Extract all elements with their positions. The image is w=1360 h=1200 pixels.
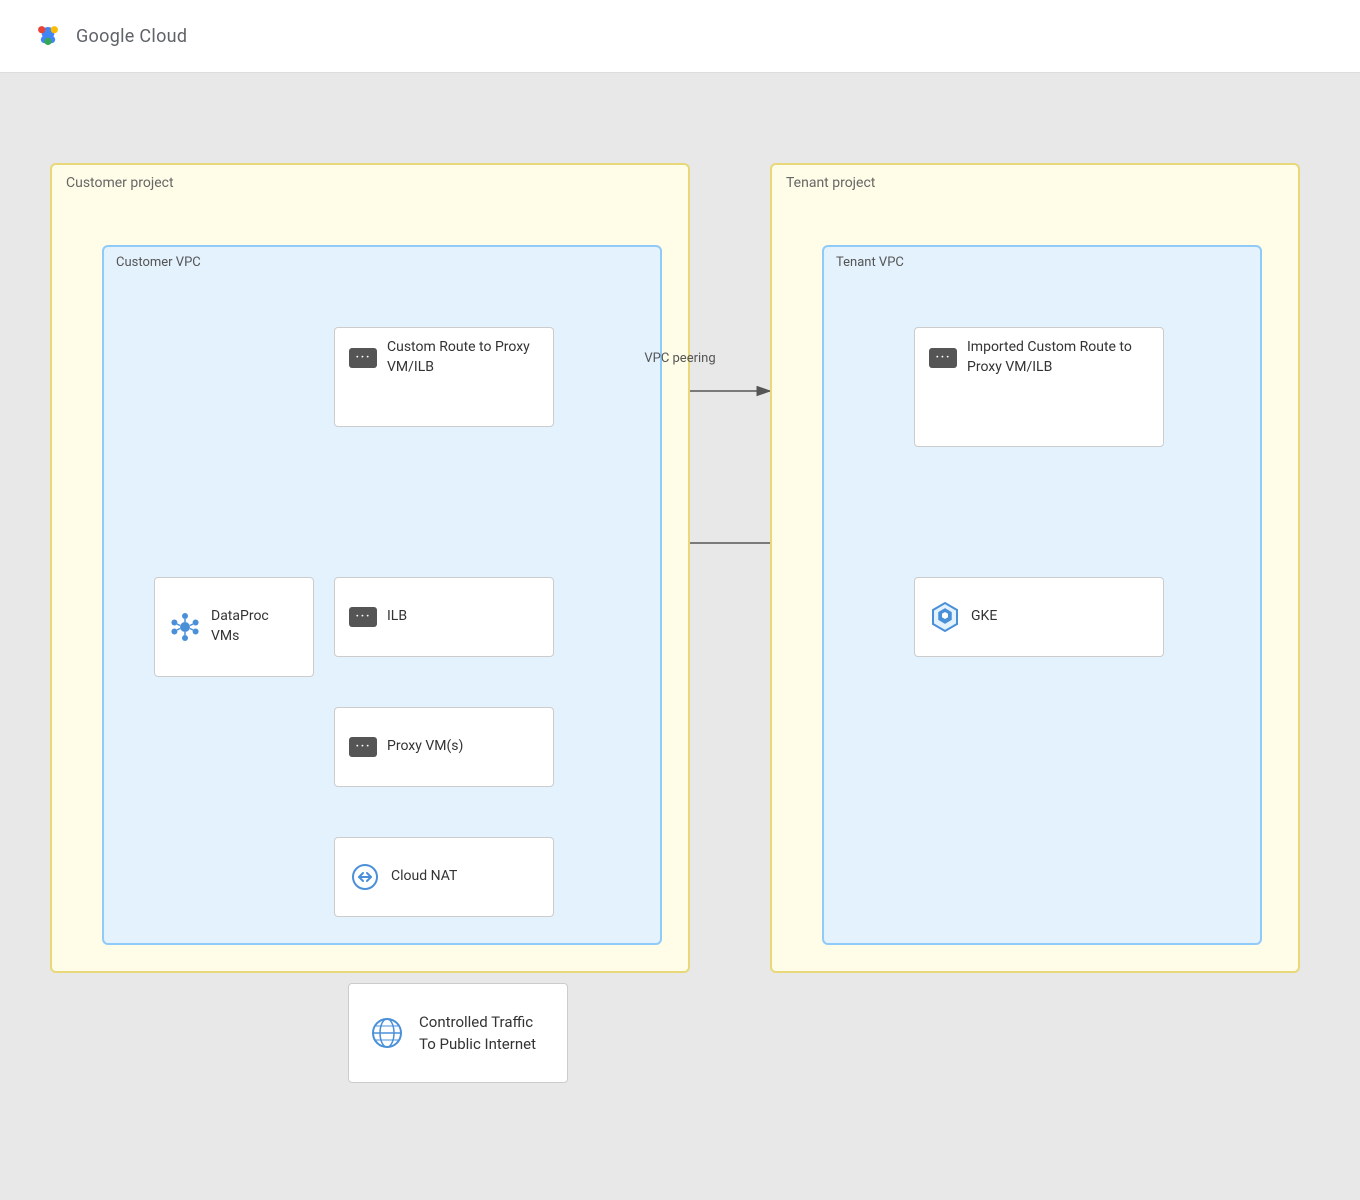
dataproc-icon xyxy=(169,611,201,643)
header: Google Cloud xyxy=(0,0,1360,73)
tenant-vpc-box: Tenant VPC Imported Custom Route to Prox… xyxy=(822,245,1262,945)
gke-box: GKE xyxy=(914,577,1164,657)
imported-route-text: Imported Custom Route to Proxy VM/ILB xyxy=(967,338,1149,377)
internet-text: Controlled Traffic To Public Internet xyxy=(419,1011,547,1056)
internet-box: Controlled Traffic To Public Internet xyxy=(348,983,568,1083)
tenant-project-box: Tenant project Tenant VPC Imported Custo… xyxy=(770,163,1300,973)
customer-project-label: Customer project xyxy=(52,165,188,201)
cloud-nat-box: Cloud NAT xyxy=(334,837,554,917)
imported-custom-route-box: Imported Custom Route to Proxy VM/ILB xyxy=(914,327,1164,447)
imported-route-icon xyxy=(929,348,957,368)
gke-icon xyxy=(929,601,961,633)
dataproc-box: DataProc VMs xyxy=(154,577,314,677)
custom-route-icon xyxy=(349,348,377,368)
proxy-vm-icon xyxy=(349,737,377,757)
customer-project-box: Customer project Customer VPC Custom Rou… xyxy=(50,163,690,973)
internet-icon xyxy=(369,1015,405,1051)
gke-text: GKE xyxy=(971,607,997,627)
ilb-text: ILB xyxy=(387,607,407,627)
ilb-box: ILB xyxy=(334,577,554,657)
diagram-area: Customer project Customer VPC Custom Rou… xyxy=(30,103,1330,1153)
dataproc-text: DataProc VMs xyxy=(211,607,299,646)
customer-vpc-box: Customer VPC Custom Route to Proxy VM/IL… xyxy=(102,245,662,945)
cloud-nat-text: Cloud NAT xyxy=(391,867,457,887)
custom-route-text: Custom Route to Proxy VM/ILB xyxy=(387,338,539,377)
custom-route-box: Custom Route to Proxy VM/ILB xyxy=(334,327,554,427)
vpc-peering-label: VPC peering xyxy=(620,351,740,366)
google-cloud-logo-icon xyxy=(30,18,66,54)
tenant-vpc-label: Tenant VPC xyxy=(824,247,916,278)
ilb-icon xyxy=(349,607,377,627)
tenant-project-label: Tenant project xyxy=(772,165,889,201)
proxy-vm-text: Proxy VM(s) xyxy=(387,737,463,757)
cloud-nat-icon xyxy=(349,861,381,893)
google-cloud-logo: Google Cloud xyxy=(30,18,187,54)
customer-vpc-label: Customer VPC xyxy=(104,247,213,278)
proxy-vm-box: Proxy VM(s) xyxy=(334,707,554,787)
google-cloud-text: Google Cloud xyxy=(76,26,187,47)
